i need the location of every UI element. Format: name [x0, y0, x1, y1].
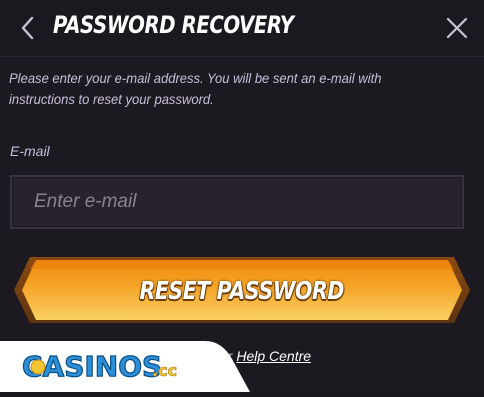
close-icon: [446, 17, 468, 39]
casinos-watermark: CASINOS .cc: [0, 341, 250, 392]
chevron-left-icon: [21, 16, 34, 40]
page-title: PASSWORD RECOVERY: [53, 11, 294, 39]
back-button[interactable]: [14, 12, 40, 44]
instructions-text: Please enter your e-mail address. You wi…: [9, 70, 382, 107]
modal-header: PASSWORD RECOVERY: [0, 0, 484, 57]
email-field[interactable]: [32, 190, 462, 214]
casinos-logo: CASINOS .cc: [0, 341, 250, 392]
reset-password-button[interactable]: RESET PASSWORD: [14, 257, 470, 323]
reset-password-text: RESET PASSWORD: [139, 275, 345, 305]
reset-password-label: RESET PASSWORD: [14, 257, 470, 323]
email-label: E-mail: [10, 143, 50, 159]
close-button[interactable]: [444, 15, 470, 41]
svg-text:.cc: .cc: [152, 361, 177, 380]
password-recovery-modal: PASSWORD RECOVERY Please enter your e-ma…: [0, 0, 484, 392]
email-field-container: [10, 175, 464, 229]
